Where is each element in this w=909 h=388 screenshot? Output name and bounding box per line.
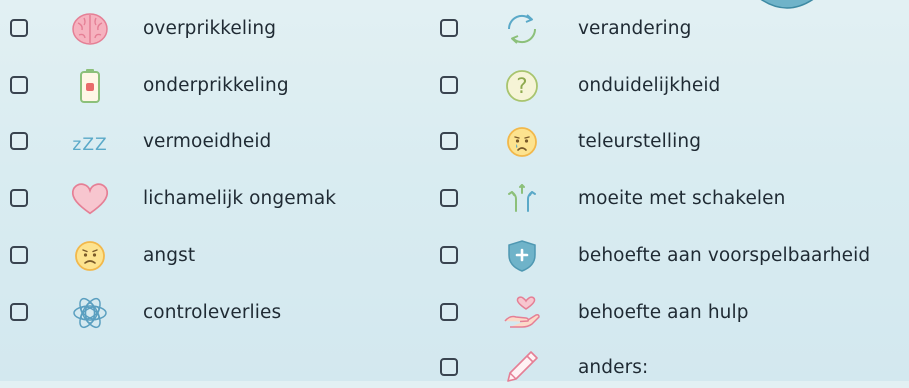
checkbox[interactable] <box>440 189 458 207</box>
checklist-item-overprikkeling[interactable]: overprikkeling <box>0 9 430 49</box>
checkbox[interactable] <box>10 132 28 150</box>
helping-hand-heart-icon <box>502 293 542 333</box>
item-label: teleurstelling <box>578 131 702 152</box>
item-label: verandering <box>578 18 692 39</box>
checklist-item-controleverlies[interactable]: controleverlies <box>0 293 430 333</box>
item-label: onderprikkeling <box>143 75 289 96</box>
checkbox[interactable] <box>10 19 28 37</box>
item-label: controleverlies <box>143 302 282 323</box>
checklist-item-anders[interactable]: anders: <box>430 348 909 388</box>
item-label: anders: <box>578 357 649 378</box>
item-label: lichamelijk ongemak <box>143 188 337 209</box>
brain-icon <box>70 9 110 49</box>
checklist-item-vermoeidheid[interactable]: zZZ vermoeidheid <box>0 122 430 162</box>
checklist-item-onduidelijkheid[interactable]: ? onduidelijkheid <box>430 66 909 106</box>
item-label: onduidelijkheid <box>578 75 721 96</box>
switch-arrows-icon <box>502 179 542 219</box>
item-label: behoefte aan voorspelbaarheid <box>578 245 871 266</box>
checkbox[interactable] <box>10 246 28 264</box>
item-label: behoefte aan hulp <box>578 302 749 323</box>
tangle-icon <box>70 293 110 333</box>
checkbox[interactable] <box>10 76 28 94</box>
checklist-item-moeite-met-schakelen[interactable]: moeite met schakelen <box>430 179 909 219</box>
worried-face-icon <box>70 236 110 276</box>
checkbox[interactable] <box>440 76 458 94</box>
battery-low-icon <box>70 66 110 106</box>
checkbox[interactable] <box>440 246 458 264</box>
item-label: angst <box>143 245 196 266</box>
checkbox[interactable] <box>440 303 458 321</box>
item-label: overprikkeling <box>143 18 277 39</box>
zzz-text: zZZ <box>72 135 108 155</box>
crying-face-icon <box>502 122 542 162</box>
item-label: moeite met schakelen <box>578 188 786 209</box>
checklist-item-teleurstelling[interactable]: teleurstelling <box>430 122 909 162</box>
item-label: vermoeidheid <box>143 131 272 152</box>
refresh-arrows-icon <box>502 9 542 49</box>
checkbox[interactable] <box>10 303 28 321</box>
checkbox[interactable] <box>10 189 28 207</box>
checklist-item-behoefte-aan-hulp[interactable]: behoefte aan hulp <box>430 293 909 333</box>
checkbox[interactable] <box>440 358 458 376</box>
pencil-icon <box>502 348 542 388</box>
checkbox[interactable] <box>440 132 458 150</box>
shield-icon <box>502 236 542 276</box>
zzz-icon: zZZ <box>70 122 110 162</box>
question-mark: ? <box>516 74 528 98</box>
checklist-item-onderprikkeling[interactable]: onderprikkeling <box>0 66 430 106</box>
checklist-item-angst[interactable]: angst <box>0 236 430 276</box>
checklist-item-lichamelijk-ongemak[interactable]: lichamelijk ongemak <box>0 179 430 219</box>
checklist-item-verandering[interactable]: verandering <box>430 9 909 49</box>
checklist-item-behoefte-aan-voorspelbaarheid[interactable]: behoefte aan voorspelbaarheid <box>430 236 909 276</box>
heart-icon <box>70 179 110 219</box>
checkbox[interactable] <box>440 19 458 37</box>
question-circle-icon: ? <box>502 66 542 106</box>
